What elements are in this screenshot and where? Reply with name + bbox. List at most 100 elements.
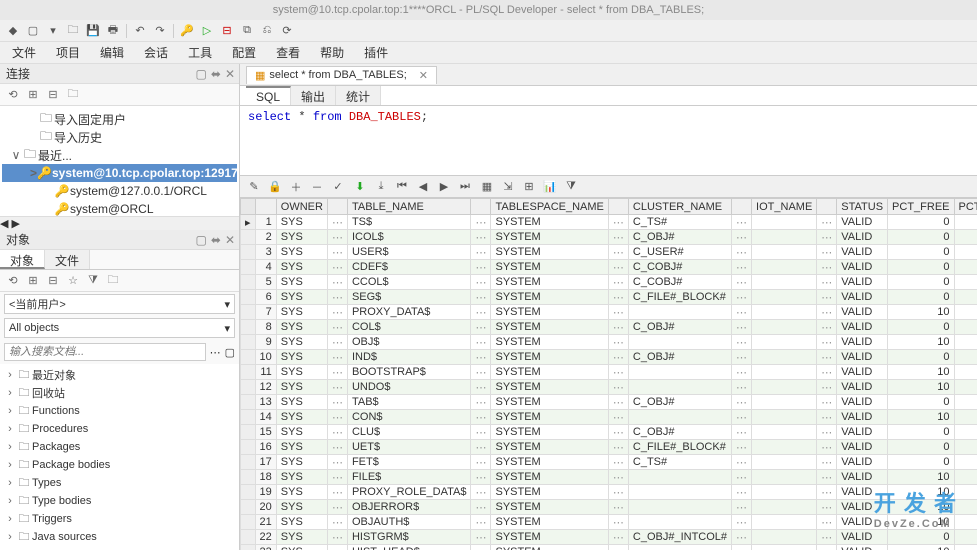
filter-icon[interactable]: ⧩ [561,178,581,196]
edit-icon[interactable]: ✎ [244,178,264,196]
column-header[interactable]: IOT_NAME [752,199,817,215]
column-header[interactable]: OWNER [276,199,327,215]
close-tab-icon[interactable]: ✕ [419,69,428,82]
table-row[interactable]: 17SYS⋯FET$⋯SYSTEM⋯C_TS#⋯⋯VALID000 [241,455,977,470]
refresh-icon[interactable]: ⟲ [4,86,22,104]
menu-config[interactable]: 配置 [232,44,256,61]
tree-node[interactable]: 🔑system@127.0.0.1/ORCL [2,182,237,200]
folder-icon[interactable]: 🗀 [64,86,82,104]
search-go-icon[interactable]: ▢ [225,346,235,359]
tool1-icon[interactable]: ⧉ [238,22,256,40]
first-icon[interactable]: ⏮ [392,178,412,196]
menu-file[interactable]: 文件 [12,44,36,61]
object-tree-node[interactable]: ›🗀Triggers [2,510,237,528]
object-tree-node[interactable]: ›🗀Types [2,474,237,492]
remove-icon[interactable]: ⊟ [44,272,62,290]
column-header[interactable]: STATUS [837,199,888,215]
menu-edit[interactable]: 编辑 [100,44,124,61]
table-row[interactable]: 2SYS⋯ICOL$⋯SYSTEM⋯C_OBJ#⋯⋯VALID000 [241,230,977,245]
fetch-all-icon[interactable]: ⤓ [371,178,391,196]
tab-output[interactable]: 输出 [291,86,336,105]
panel-menu-icon[interactable]: ▢ [196,233,207,247]
table-row[interactable]: 20SYS⋯OBJERROR$⋯SYSTEM⋯⋯⋯VALID10401 [241,500,977,515]
commit-icon[interactable]: ✓ [328,178,348,196]
all-objects-dropdown[interactable]: All objects▾ [4,318,235,338]
object-tree-node[interactable]: ›🗀Packages [2,438,237,456]
table-row[interactable]: 10SYS⋯IND$⋯SYSTEM⋯C_OBJ#⋯⋯VALID000 [241,350,977,365]
print-button[interactable]: 🖶 [104,22,122,40]
tree-node[interactable]: ∨🗀最近... [2,146,237,164]
stop-button[interactable]: ⊟ [218,22,236,40]
open-button[interactable]: ▾ [44,22,62,40]
menu-help[interactable]: 帮助 [320,44,344,61]
column-header[interactable]: PCT_USED [954,199,977,215]
objects-tree[interactable]: ›🗀最近对象›🗀回收站›🗀Functions›🗀Procedures›🗀Pack… [0,364,239,550]
table-row[interactable]: 11SYS⋯BOOTSTRAP$⋯SYSTEM⋯⋯⋯VALID10401 [241,365,977,380]
tab-sql[interactable]: SQL [246,86,291,105]
menu-plugins[interactable]: 插件 [364,44,388,61]
table-row[interactable]: ▸1SYS⋯TS$⋯SYSTEM⋯C_TS#⋯⋯VALID000 [241,215,977,230]
export-icon[interactable]: ⇲ [498,178,518,196]
table-row[interactable]: 15SYS⋯CLU$⋯SYSTEM⋯C_OBJ#⋯⋯VALID000 [241,425,977,440]
object-tree-node[interactable]: ›🗀最近对象 [2,366,237,384]
editor-tab[interactable]: ▦ select * from DBA_TABLES; ✕ [246,66,437,84]
redo-button[interactable]: ↷ [151,22,169,40]
object-tree-node[interactable]: ›🗀Package bodies [2,456,237,474]
tool3-icon[interactable]: ⟳ [278,22,296,40]
table-row[interactable]: 13SYS⋯TAB$⋯SYSTEM⋯C_OBJ#⋯⋯VALID000 [241,395,977,410]
tree-node[interactable]: 🔑system@ORCL [2,200,237,216]
table-row[interactable]: 12SYS⋯UNDO$⋯SYSTEM⋯⋯⋯VALID10401 [241,380,977,395]
object-tree-node[interactable]: ›🗀回收站 [2,384,237,402]
chart-icon[interactable]: 📊 [540,178,560,196]
table-row[interactable]: 23SYS⋯HIST_HEAD$⋯SYSTEM⋯⋯⋯VALID10401 [241,545,977,550]
panel-menu-icon[interactable]: ▢ [196,67,207,81]
fetch-icon[interactable]: ⬇ [350,178,370,196]
last-icon[interactable]: ⏭ [455,178,475,196]
del-row-icon[interactable]: － [307,178,327,196]
table-row[interactable]: 14SYS⋯CON$⋯SYSTEM⋯⋯⋯VALID10401 [241,410,977,425]
tab-files[interactable]: 文件 [45,250,90,269]
run-button[interactable]: ▷ [198,22,216,40]
fav-icon[interactable]: ☆ [64,272,82,290]
result-grid[interactable]: OWNERTABLE_NAMETABLESPACE_NAMECLUSTER_NA… [240,198,977,550]
tree-node[interactable]: 🗀导入固定用户 [2,110,237,128]
save-button[interactable]: 💾 [84,22,102,40]
panel-pin-icon[interactable]: ⬌ [211,233,221,247]
prev-icon[interactable]: ◀ [413,178,433,196]
tab-stats[interactable]: 统计 [336,86,381,105]
table-row[interactable]: 9SYS⋯OBJ$⋯SYSTEM⋯⋯⋯VALID10401 [241,335,977,350]
connections-tree[interactable]: 🗀导入固定用户🗀导入历史∨🗀最近...>🔑system@10.tcp.cpola… [0,106,239,216]
object-tree-node[interactable]: ›🗀Type bodies [2,492,237,510]
tool2-icon[interactable]: ⎌ [258,22,276,40]
table-row[interactable]: 4SYS⋯CDEF$⋯SYSTEM⋯C_COBJ#⋯⋯VALID000 [241,260,977,275]
sql-editor[interactable]: select * from DBA_TABLES; [240,106,977,176]
table-row[interactable]: 19SYS⋯PROXY_ROLE_DATA$⋯SYSTEM⋯⋯⋯VALID104… [241,485,977,500]
folder-button[interactable]: 🗀 [64,22,82,40]
object-tree-node[interactable]: ›🗀Functions [2,402,237,420]
column-header[interactable]: PCT_FREE [888,199,954,215]
search-input[interactable] [4,343,206,361]
search-more-icon[interactable]: ⋯ [210,346,221,359]
column-header[interactable]: CLUSTER_NAME [628,199,731,215]
scroll-stub[interactable]: ◀ ▶ [0,216,239,230]
panel-pin-icon[interactable]: ⬌ [211,67,221,81]
tree-node[interactable]: 🗀导入历史 [2,128,237,146]
table-row[interactable]: 5SYS⋯CCOL$⋯SYSTEM⋯C_COBJ#⋯⋯VALID000 [241,275,977,290]
object-tree-node[interactable]: ›🗀Procedures [2,420,237,438]
column-header[interactable]: TABLESPACE_NAME [491,199,608,215]
remove-icon[interactable]: ⊟ [44,86,62,104]
tab-objects[interactable]: 对象 [0,250,45,269]
object-tree-node[interactable]: ›🗀Java sources [2,528,237,546]
key-button[interactable]: 🔑 [178,22,196,40]
panel-close-icon[interactable]: ✕ [225,233,235,247]
current-user-dropdown[interactable]: <当前用户>▾ [4,294,235,314]
undo-button[interactable]: ↶ [131,22,149,40]
object-tree-node[interactable]: ›🗀Java classes [2,546,237,550]
table-row[interactable]: 16SYS⋯UET$⋯SYSTEM⋯C_FILE#_BLOCK#⋯⋯VALID0… [241,440,977,455]
table-row[interactable]: 22SYS⋯HISTGRM$⋯SYSTEM⋯C_OBJ#_INTCOL#⋯⋯VA… [241,530,977,545]
add-icon[interactable]: ⊞ [24,86,42,104]
grid-icon[interactable]: ⊞ [519,178,539,196]
table-row[interactable]: 7SYS⋯PROXY_DATA$⋯SYSTEM⋯⋯⋯VALID10401 [241,305,977,320]
next-icon[interactable]: ▶ [434,178,454,196]
table-row[interactable]: 6SYS⋯SEG$⋯SYSTEM⋯C_FILE#_BLOCK#⋯⋯VALID00… [241,290,977,305]
